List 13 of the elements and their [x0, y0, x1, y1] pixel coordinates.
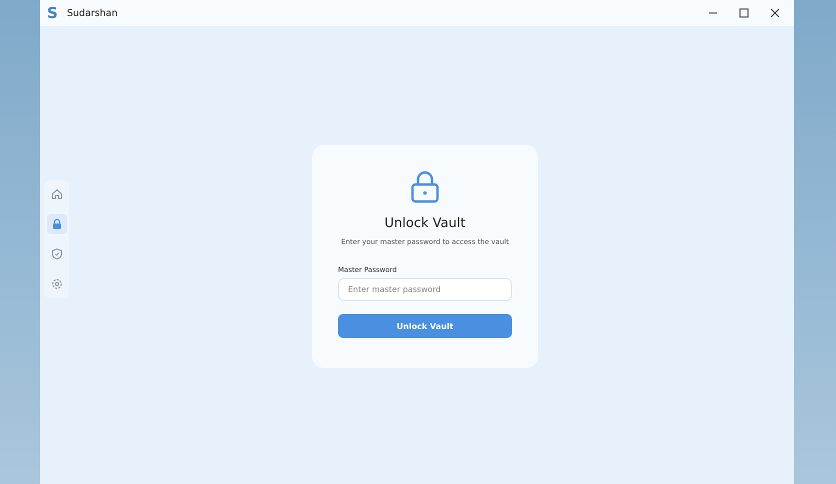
- unlock-button[interactable]: Unlock Vault: [338, 314, 512, 338]
- card-title: Unlock Vault: [384, 216, 466, 231]
- home-icon: [50, 188, 62, 200]
- window-title: Sudarshan: [67, 8, 119, 18]
- close-icon[interactable]: [770, 8, 780, 18]
- sidebar-item[interactable]: [46, 214, 66, 234]
- settings-icon: [50, 278, 62, 290]
- shield-icon: [50, 248, 62, 260]
- lock-icon: [410, 170, 440, 204]
- password-field[interactable]: Enter master password: [338, 278, 512, 301]
- maximize-icon[interactable]: [739, 8, 749, 18]
- app-logo: S: [47, 4, 59, 22]
- lock-icon: [50, 218, 62, 230]
